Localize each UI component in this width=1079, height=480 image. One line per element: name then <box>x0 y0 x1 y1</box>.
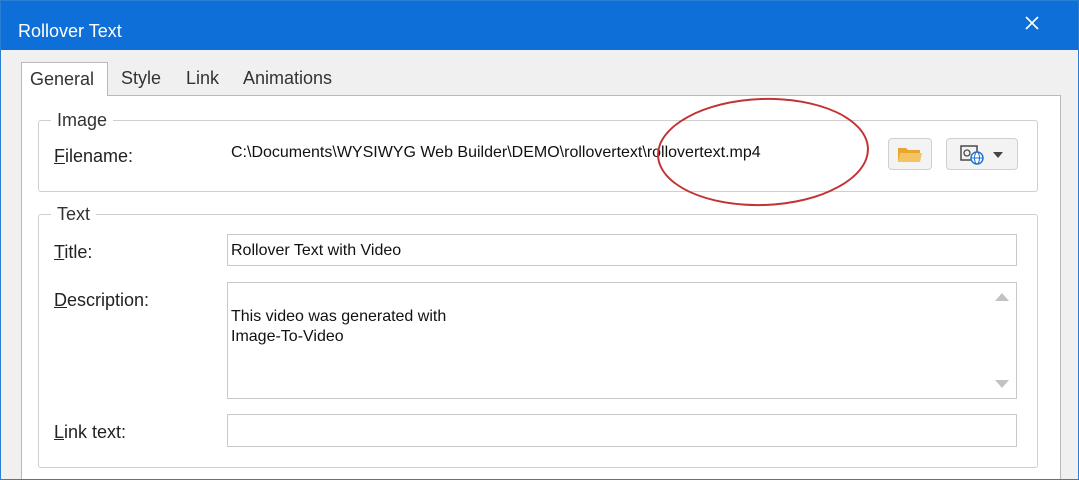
image-globe-icon <box>960 145 984 165</box>
link-text-input[interactable] <box>227 414 1017 447</box>
image-group-legend: Image <box>57 110 108 130</box>
chevron-down-icon <box>993 152 1003 158</box>
description-label-text: escription: <box>67 290 150 310</box>
title-label-text: itle: <box>64 242 93 262</box>
tab-general[interactable]: General <box>21 62 108 96</box>
description-value: This video was generated with Image-To-V… <box>231 308 447 345</box>
close-icon <box>1025 16 1039 30</box>
web-image-dropdown-button[interactable] <box>946 138 1018 170</box>
title-label-hotkey: T <box>54 242 65 262</box>
tab-animations-label: Animations <box>243 68 333 88</box>
title-input[interactable]: Rollover Text with Video <box>227 234 1017 266</box>
link-text-label: Link text: <box>54 422 126 443</box>
browse-file-button[interactable] <box>888 138 932 170</box>
title-bar: Rollover Text <box>1 1 1078 50</box>
dialog-title: Rollover Text <box>18 21 122 41</box>
link-text-label-hotkey: L <box>54 422 65 442</box>
description-textarea[interactable]: This video was generated with Image-To-V… <box>227 282 1017 399</box>
scroll-down-arrow-icon[interactable] <box>995 380 1009 388</box>
general-tab-panel: Image Filename: C:\Documents\WYSIWYG Web… <box>21 95 1061 479</box>
title-input-value: Rollover Text with Video <box>231 242 402 259</box>
filename-label: Filename: <box>54 146 133 167</box>
filename-value: C:\Documents\WYSIWYG Web Builder\DEMO\ro… <box>231 144 761 161</box>
tab-style[interactable]: Style <box>113 62 169 95</box>
tab-general-label: General <box>30 69 95 89</box>
filename-label-hotkey: F <box>54 146 65 166</box>
link-text-label-text: ink text: <box>64 422 127 442</box>
tab-link-label: Link <box>186 68 220 88</box>
filename-field[interactable]: C:\Documents\WYSIWYG Web Builder\DEMO\ro… <box>227 136 887 170</box>
tab-link[interactable]: Link <box>178 62 227 95</box>
description-label: Description: <box>54 290 149 311</box>
description-label-hotkey: D <box>54 290 67 310</box>
tab-style-label: Style <box>121 68 162 88</box>
description-scrollbar[interactable] <box>988 283 1016 398</box>
scroll-up-arrow-icon[interactable] <box>995 293 1009 301</box>
text-group-legend: Text <box>57 204 91 224</box>
title-label: Title: <box>54 242 92 263</box>
folder-icon <box>898 148 922 162</box>
tab-animations[interactable]: Animations <box>235 62 340 95</box>
close-button[interactable] <box>1018 9 1046 37</box>
dialog-window: Rollover Text General Style Link Animati… <box>0 0 1079 480</box>
filename-label-text: ilename: <box>65 146 134 166</box>
